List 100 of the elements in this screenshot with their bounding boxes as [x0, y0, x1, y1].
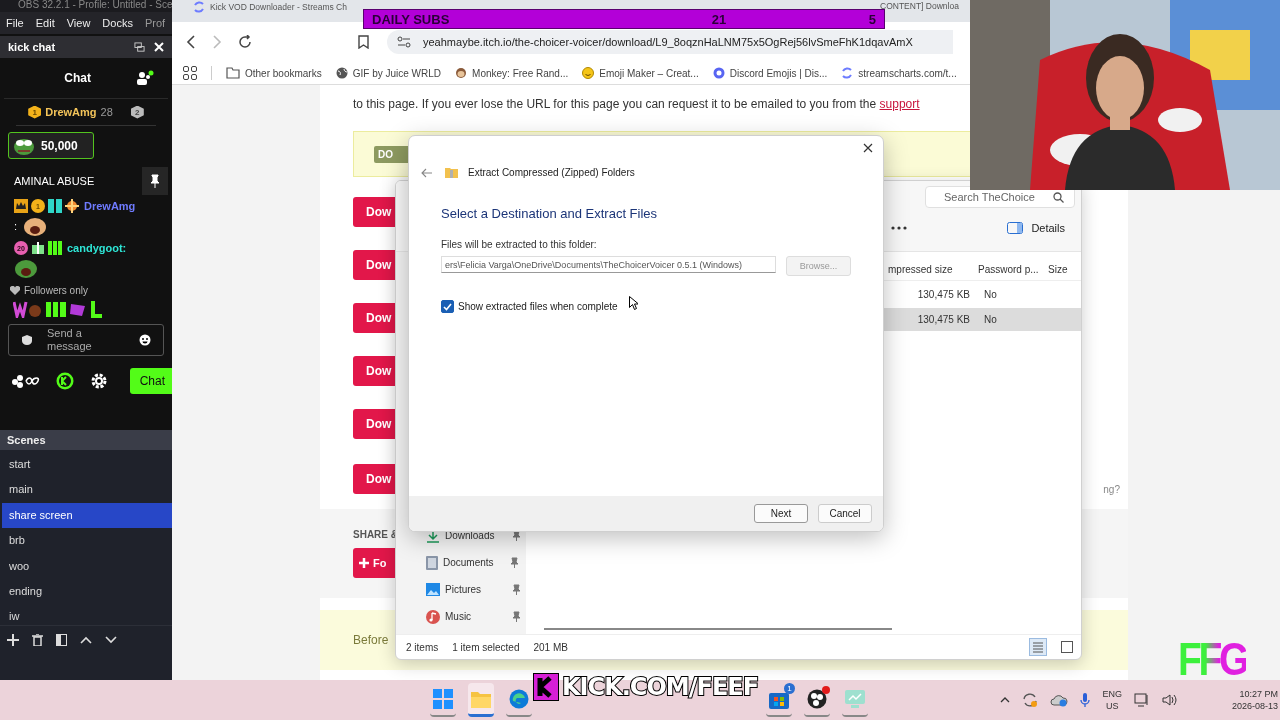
details-button[interactable]: Details [1007, 222, 1065, 234]
bookmark[interactable]: streamscharts.com/t... [841, 67, 957, 79]
page-text: ng? [1103, 483, 1120, 495]
search-icon [1053, 191, 1064, 203]
browser-tab[interactable]: CONTENT] Downloa [880, 1, 959, 11]
clock[interactable]: 10:27 PM 2026-08-13 [1231, 688, 1278, 712]
column-header[interactable]: Password p... [972, 263, 1042, 275]
nav-item[interactable]: Music [396, 603, 526, 630]
apps-icon[interactable] [183, 66, 197, 80]
move-up-icon[interactable] [80, 636, 92, 644]
float-icon[interactable] [134, 41, 145, 53]
bookmark[interactable]: GIF by Juice WRLD [335, 67, 442, 79]
pin-icon [512, 611, 521, 622]
volume-icon[interactable] [1161, 693, 1178, 707]
checkbox[interactable] [441, 300, 454, 313]
kick-icon[interactable] [56, 372, 74, 390]
gift-card[interactable]: 50,000 [8, 132, 94, 159]
bookmark[interactable]: Discord Emojis | Dis... [712, 67, 828, 79]
menu-item[interactable]: Prof [144, 17, 166, 29]
download-button[interactable]: Dow [353, 197, 395, 227]
bookmark[interactable]: Emoji Maker – Creat... [582, 67, 699, 79]
note-text: Before [353, 633, 389, 647]
column-header[interactable]: mpressed size [882, 263, 972, 275]
pin-button[interactable] [142, 167, 168, 195]
nav-item[interactable]: Documents [396, 549, 526, 576]
points-icon[interactable] [12, 374, 40, 388]
support-link[interactable]: support [879, 97, 920, 111]
details-pane-icon [1007, 222, 1024, 234]
address-bar[interactable]: yeahmaybe.itch.io/the-choicer-voicer/download/L9_8oqznHaLNM75x5OgRej56lvSmeFhK1dqavAmX [387, 30, 953, 54]
users-icon[interactable] [136, 70, 154, 86]
status-text: 1 item selected [452, 641, 520, 653]
checkbox-label: Show extracted files when complete [458, 301, 618, 312]
browser-tab[interactable]: Kick VOD Downloader - Streams Ch [193, 1, 347, 13]
menu-item[interactable]: Edit [35, 17, 55, 29]
bookmark[interactable]: Other bookmarks [226, 67, 322, 79]
browser-icon [509, 689, 529, 709]
scene-item[interactable]: main [2, 477, 172, 503]
cancel-button[interactable]: Cancel [818, 504, 872, 523]
menu-item[interactable]: Docks [102, 17, 133, 29]
next-button[interactable]: Next [754, 504, 808, 523]
more-icon[interactable] [891, 226, 908, 230]
scene-item[interactable]: start [2, 452, 172, 478]
menu-item[interactable]: File [6, 17, 24, 29]
tiles-view-icon[interactable] [1061, 641, 1073, 653]
rank-badge: 2 [130, 105, 144, 119]
emote-icon [23, 215, 48, 237]
close-icon[interactable] [863, 143, 873, 153]
chat-button[interactable]: Chat [129, 368, 172, 394]
add-icon[interactable] [7, 634, 19, 646]
crown-badge-icon [14, 199, 28, 213]
gift-badge-icon [31, 241, 45, 255]
show-hidden-icons-icon[interactable] [1000, 697, 1011, 703]
heart-icon [10, 286, 20, 295]
filter-icon[interactable] [56, 634, 67, 646]
follow-button[interactable]: Fo [353, 548, 395, 578]
download-button[interactable]: Dow [353, 250, 395, 280]
site-settings-icon[interactable] [397, 36, 411, 48]
scene-item[interactable]: woo [2, 553, 172, 579]
taskbar-app[interactable]: 1 [766, 683, 792, 717]
scene-item[interactable]: brb [2, 528, 172, 554]
language-indicator[interactable]: ENG US [1102, 688, 1122, 712]
chat-mode-label: Followers only [24, 285, 88, 296]
scene-item[interactable]: ending [2, 578, 172, 605]
globe-icon [335, 67, 348, 79]
bookmark[interactable]: Monkey: Free Rand... [455, 67, 569, 79]
emoji-icon[interactable] [139, 334, 151, 346]
panel-title: Scenes [7, 434, 46, 446]
gift-amount: 50,000 [41, 138, 78, 153]
pin-icon [512, 530, 521, 541]
settings-icon[interactable] [90, 372, 108, 390]
download-button[interactable]: Dow [353, 409, 395, 439]
bookmark-icon[interactable] [358, 35, 369, 49]
scene-item[interactable]: iw [2, 604, 172, 625]
channel-link-text: KICK.COM/FEEF [562, 673, 759, 701]
back-icon[interactable] [186, 35, 196, 49]
sparkle-badge-icon [65, 199, 79, 213]
reload-icon[interactable] [238, 35, 252, 49]
field-label: Files will be extracted to this folder: [441, 239, 598, 250]
nav-item[interactable]: Pictures [396, 576, 526, 603]
pin-icon [150, 174, 160, 188]
scene-item[interactable]: share screen [2, 502, 172, 529]
window-title: OBS 32.2.1 - Profile: Untitled - Sce [18, 0, 172, 10]
message-field[interactable]: Send a message [8, 324, 164, 356]
sync-icon[interactable] [1022, 692, 1039, 708]
network-icon[interactable] [1133, 693, 1150, 707]
download-button[interactable]: Dow [353, 356, 395, 386]
download-button[interactable]: Dow [353, 463, 395, 494]
move-down-icon[interactable] [105, 636, 117, 644]
microphone-icon[interactable] [1080, 692, 1091, 708]
trash-icon[interactable] [32, 634, 43, 646]
username[interactable]: candygoot: [67, 242, 127, 254]
download-button[interactable]: Dow [353, 303, 395, 333]
plus-icon [359, 558, 369, 568]
menu-item[interactable]: View [66, 17, 91, 29]
record-app-icon [807, 689, 827, 709]
username[interactable]: DrewAmg [84, 200, 136, 212]
cloud-icon[interactable] [1050, 693, 1069, 707]
column-header[interactable]: Size [1042, 263, 1081, 275]
folder-path-field[interactable]: ers\Felicia Varga\OneDrive\Documents\TheChoicerVoicer 0.5.1 (Windows) [441, 256, 776, 273]
scrollbar[interactable] [544, 628, 892, 630]
